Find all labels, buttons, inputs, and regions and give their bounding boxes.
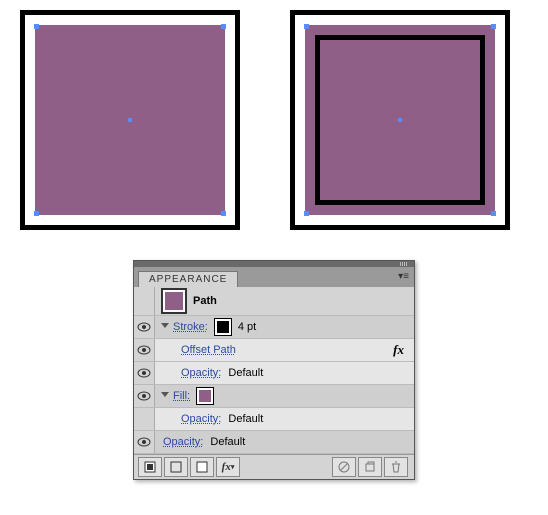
effect-indicator-icon[interactable]: fx bbox=[393, 342, 404, 358]
fill-swatch[interactable] bbox=[196, 387, 214, 405]
stroke-opacity-row[interactable]: Opacity: Default bbox=[134, 362, 414, 385]
selection-handle[interactable] bbox=[304, 211, 309, 216]
disclosure-triangle[interactable] bbox=[161, 323, 169, 332]
selection-handle[interactable] bbox=[34, 211, 39, 216]
object-opacity-row[interactable]: Opacity: Default bbox=[134, 431, 414, 454]
disclosure-triangle[interactable] bbox=[161, 392, 169, 401]
stroke-weight-value[interactable]: 4 pt bbox=[238, 321, 256, 333]
stroke-row[interactable]: Stroke: 4 pt bbox=[134, 316, 414, 339]
visibility-toggle[interactable] bbox=[134, 362, 155, 384]
center-point[interactable] bbox=[398, 118, 402, 122]
eye-icon bbox=[137, 322, 151, 332]
offset-path-row[interactable]: Offset Path fx bbox=[134, 339, 414, 362]
appearance-tab[interactable]: APPEARANCE bbox=[138, 271, 238, 287]
appearance-panel: APPEARANCE ▾≡ Path Stroke: 4 pt O bbox=[133, 260, 415, 480]
eye-icon bbox=[137, 368, 151, 378]
new-art-basic-button[interactable] bbox=[138, 457, 162, 477]
add-effect-button[interactable]: fx▾ bbox=[216, 457, 240, 477]
eye-icon bbox=[137, 391, 151, 401]
stroke-link[interactable]: Stroke: bbox=[173, 321, 208, 333]
delete-item-button[interactable] bbox=[384, 457, 408, 477]
visibility-toggle[interactable] bbox=[134, 431, 155, 453]
selection-handle[interactable] bbox=[221, 211, 226, 216]
opacity-link[interactable]: Opacity: bbox=[181, 367, 221, 379]
selection-handle[interactable] bbox=[221, 24, 226, 29]
selection-handle[interactable] bbox=[34, 24, 39, 29]
visibility-toggle[interactable] bbox=[134, 385, 155, 407]
visibility-col-blank bbox=[134, 287, 155, 315]
duplicate-item-button[interactable] bbox=[358, 457, 382, 477]
visibility-toggle[interactable] bbox=[134, 339, 155, 361]
opacity-link[interactable]: Opacity: bbox=[163, 436, 203, 448]
opacity-value: Default bbox=[210, 436, 245, 448]
eye-icon bbox=[137, 345, 151, 355]
new-stroke-button[interactable] bbox=[164, 457, 188, 477]
opacity-link[interactable]: Opacity: bbox=[181, 413, 221, 425]
object-thumbnail bbox=[161, 288, 187, 314]
panel-tab-row: APPEARANCE ▾≡ bbox=[134, 267, 414, 287]
selection-handle[interactable] bbox=[491, 24, 496, 29]
opacity-value: Default bbox=[228, 367, 263, 379]
selection-handle[interactable] bbox=[304, 24, 309, 29]
panel-menu-icon[interactable]: ▾≡ bbox=[398, 271, 409, 282]
stroke-swatch[interactable] bbox=[214, 318, 232, 336]
selection-handle[interactable] bbox=[491, 211, 496, 216]
fx-label: fx bbox=[222, 461, 231, 473]
object-type-label: Path bbox=[193, 295, 217, 307]
offset-path-link[interactable]: Offset Path bbox=[181, 344, 236, 356]
object-row[interactable]: Path bbox=[134, 287, 414, 316]
visibility-col-blank bbox=[134, 408, 155, 430]
artwork-square-left[interactable] bbox=[20, 10, 240, 230]
fill-link[interactable]: Fill: bbox=[173, 390, 190, 402]
center-point[interactable] bbox=[128, 118, 132, 122]
clear-appearance-button[interactable] bbox=[332, 457, 356, 477]
eye-icon bbox=[137, 437, 151, 447]
fill-row[interactable]: Fill: bbox=[134, 385, 414, 408]
visibility-toggle[interactable] bbox=[134, 316, 155, 338]
new-fill-button[interactable] bbox=[190, 457, 214, 477]
fill-opacity-row[interactable]: Opacity: Default bbox=[134, 408, 414, 431]
opacity-value: Default bbox=[228, 413, 263, 425]
artwork-square-right[interactable] bbox=[290, 10, 510, 230]
panel-footer: fx▾ bbox=[134, 454, 414, 479]
